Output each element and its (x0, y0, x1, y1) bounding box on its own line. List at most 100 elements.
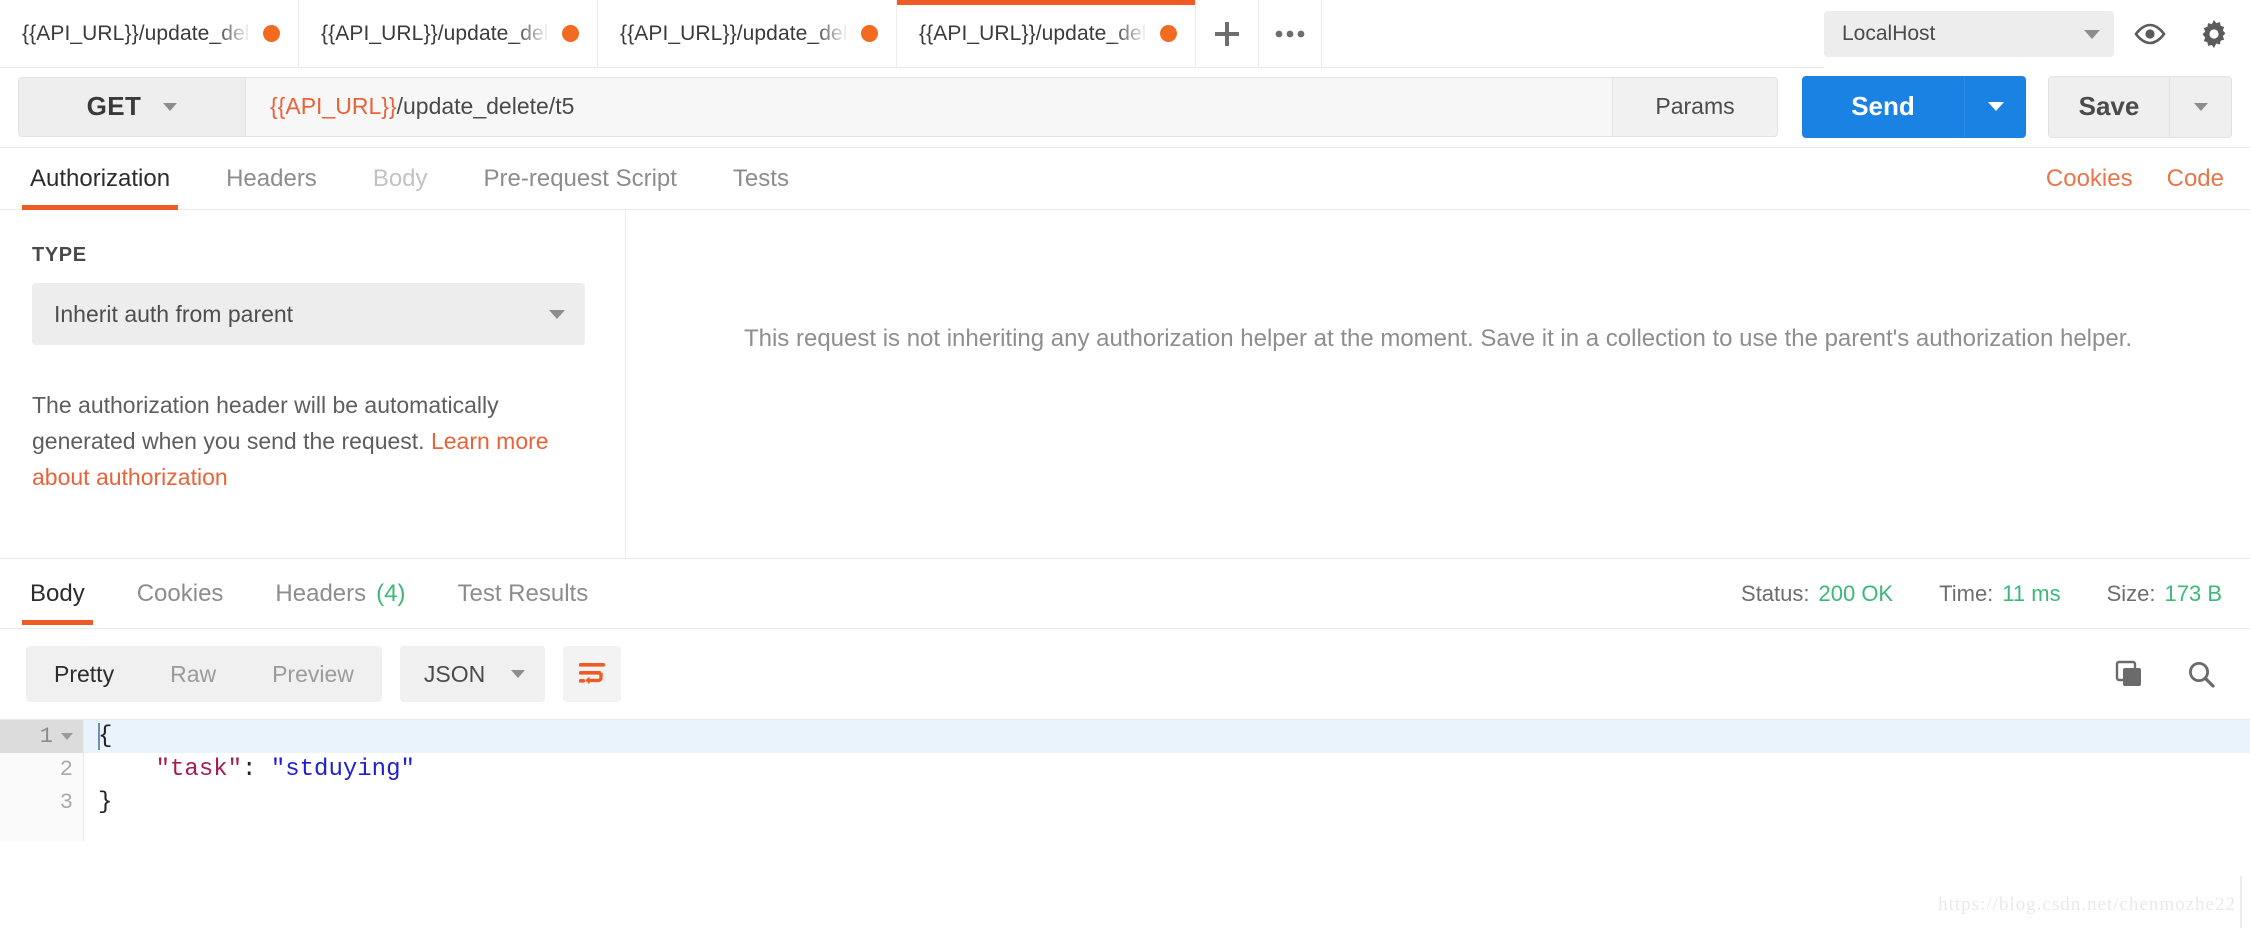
search-icon (2188, 661, 2215, 688)
response-language-selector[interactable]: JSON (399, 646, 546, 702)
editor-code[interactable]: { "task": "stduying"} (84, 720, 2250, 841)
status-value: 200 OK (1818, 580, 1894, 606)
format-preview[interactable]: Preview (244, 646, 382, 702)
code-token-str: "stduying" (270, 756, 415, 783)
fold-arrow-icon[interactable] (61, 733, 73, 740)
unsaved-indicator-icon[interactable] (263, 25, 280, 42)
plus-icon (1215, 21, 1239, 46)
authorization-message-pane: This request is not inheriting any autho… (626, 210, 2250, 558)
chevron-down-icon (1987, 102, 2004, 111)
format-raw[interactable]: Raw (142, 646, 244, 702)
request-tab-label: {{API_URL}}/update_delete/t5 (620, 21, 851, 45)
url-path: /update_delete/t5 (396, 93, 575, 119)
tab-authorization[interactable]: Authorization (21, 148, 179, 210)
environment-quick-look-button[interactable] (2122, 11, 2178, 57)
response-tab-label: Body (30, 579, 85, 607)
response-meta: Status: 200 OK Time: 11 ms Size: 173 B (1741, 581, 2222, 607)
response-tab-label: Test Results (457, 579, 589, 607)
request-tabs-actions: Cookies Code (2046, 165, 2224, 193)
code-token-key: "task" (155, 756, 243, 783)
response-language-label: JSON (423, 660, 486, 687)
time-metric: Time: 11 ms (1939, 581, 2060, 607)
auth-help-text: The authorization header will be automat… (32, 387, 552, 495)
response-tab-body[interactable]: Body (22, 563, 93, 625)
save-options-button[interactable] (2169, 76, 2231, 137)
status-metric: Status: 200 OK (1741, 581, 1893, 607)
tab-body[interactable]: Body (371, 148, 430, 210)
response-body-editor[interactable]: 12 3 { "task": "stduying"} (0, 719, 2250, 841)
save-button-group: Save (2048, 75, 2232, 138)
response-tab-test-results[interactable]: Test Results (455, 563, 590, 625)
auth-type-selector[interactable]: Inherit auth from parent (32, 283, 585, 345)
word-wrap-icon (579, 663, 606, 685)
code-token-punct: { (98, 723, 113, 750)
editor-code-line[interactable]: } (84, 786, 2250, 819)
response-section-tabs: Body Cookies Headers (4) Test Results Status… (0, 559, 2250, 629)
request-tab[interactable]: {{API_URL}}/update_delete/t5 (897, 0, 1196, 67)
watermark-rule (2240, 876, 2242, 928)
params-button[interactable]: Params (1612, 76, 1778, 137)
code-link[interactable]: Code (2167, 165, 2224, 193)
request-tab[interactable]: {{API_URL}}/update_delete/t5 (0, 0, 299, 67)
copy-button[interactable] (2106, 651, 2152, 697)
response-tab-headers[interactable]: Headers (4) (273, 563, 407, 625)
editor-code-line[interactable]: { (84, 720, 2250, 753)
send-button-group: Send (1802, 75, 2026, 138)
environment-area: LocalHost (1824, 0, 2250, 68)
response-tab-count: (4) (376, 579, 406, 607)
tab-tests[interactable]: Tests (731, 148, 791, 210)
size-value: 173 B (2164, 580, 2223, 606)
text-caret (98, 723, 100, 750)
request-url-bar: GET {{API_URL}}/update_delete/t5 Params … (0, 68, 2250, 148)
tab-list: {{API_URL}}/update_delete/t5 {{API_URL}}/… (0, 0, 1196, 67)
chevron-down-icon (549, 309, 565, 319)
line-number-value: 2 (59, 757, 73, 782)
format-pretty[interactable]: Pretty (26, 646, 143, 702)
settings-button[interactable] (2186, 11, 2242, 57)
tab-options-button[interactable] (1259, 0, 1322, 67)
line-number-value: 1 (39, 724, 53, 749)
eye-icon (2134, 23, 2166, 45)
editor-code-line[interactable]: "task": "stduying" (84, 753, 2250, 786)
editor-line-number: 2 (0, 753, 83, 786)
auth-help-sentence: The authorization header will be automat… (32, 392, 499, 454)
request-body-area: TYPE Inherit auth from parent The author… (0, 210, 2250, 559)
send-options-button[interactable] (1964, 75, 2026, 138)
http-method-selector[interactable]: GET (18, 76, 245, 137)
search-button[interactable] (2178, 651, 2224, 697)
unsaved-indicator-icon[interactable] (562, 25, 579, 42)
editor-line-number: 1 (0, 720, 83, 753)
response-format-segments: Pretty Raw Preview (26, 646, 382, 702)
request-tab[interactable]: {{API_URL}}/update_delete/t5 (598, 0, 897, 67)
word-wrap-button[interactable] (563, 646, 622, 702)
chevron-down-icon (163, 102, 178, 111)
send-button[interactable]: Send (1802, 75, 1964, 138)
url-input[interactable]: {{API_URL}}/update_delete/t5 (245, 76, 1612, 137)
http-method-label: GET (86, 91, 142, 121)
time-label: Time: (1939, 580, 1994, 606)
save-button[interactable]: Save (2049, 76, 2169, 137)
url-variable: {{API_URL}} (270, 93, 397, 119)
tab-pre-request-script[interactable]: Pre-request Script (482, 148, 679, 210)
editor-gutter: 12 3 (0, 720, 84, 841)
copy-icon (2115, 660, 2141, 686)
chevron-down-icon (2084, 29, 2100, 39)
new-tab-button[interactable] (1196, 0, 1259, 67)
request-tab[interactable]: {{API_URL}}/update_delete/t5 (299, 0, 598, 67)
response-tab-label: Headers (275, 579, 367, 607)
environment-name: LocalHost (1842, 22, 1936, 45)
environment-selector[interactable]: LocalHost (1824, 11, 2114, 57)
unsaved-indicator-icon[interactable] (861, 25, 878, 42)
size-metric: Size: 173 B (2107, 581, 2222, 607)
code-token-punct (98, 756, 156, 783)
cookies-link[interactable]: Cookies (2046, 165, 2133, 193)
code-token-punct: : (242, 756, 271, 783)
unsaved-indicator-icon[interactable] (1160, 25, 1177, 42)
watermark: https://blog.csdn.net/chenmozhe22 (1938, 894, 2236, 915)
response-tab-cookies[interactable]: Cookies (135, 563, 226, 625)
code-token-punct: } (98, 789, 113, 816)
response-toolbar-actions (2106, 651, 2224, 697)
request-tab-label: {{API_URL}}/update_delete/t5 (321, 21, 552, 45)
postman-window: {{API_URL}}/update_delete/t5{{API_URL}}/… (0, 0, 2250, 928)
tab-headers[interactable]: Headers (224, 148, 319, 210)
